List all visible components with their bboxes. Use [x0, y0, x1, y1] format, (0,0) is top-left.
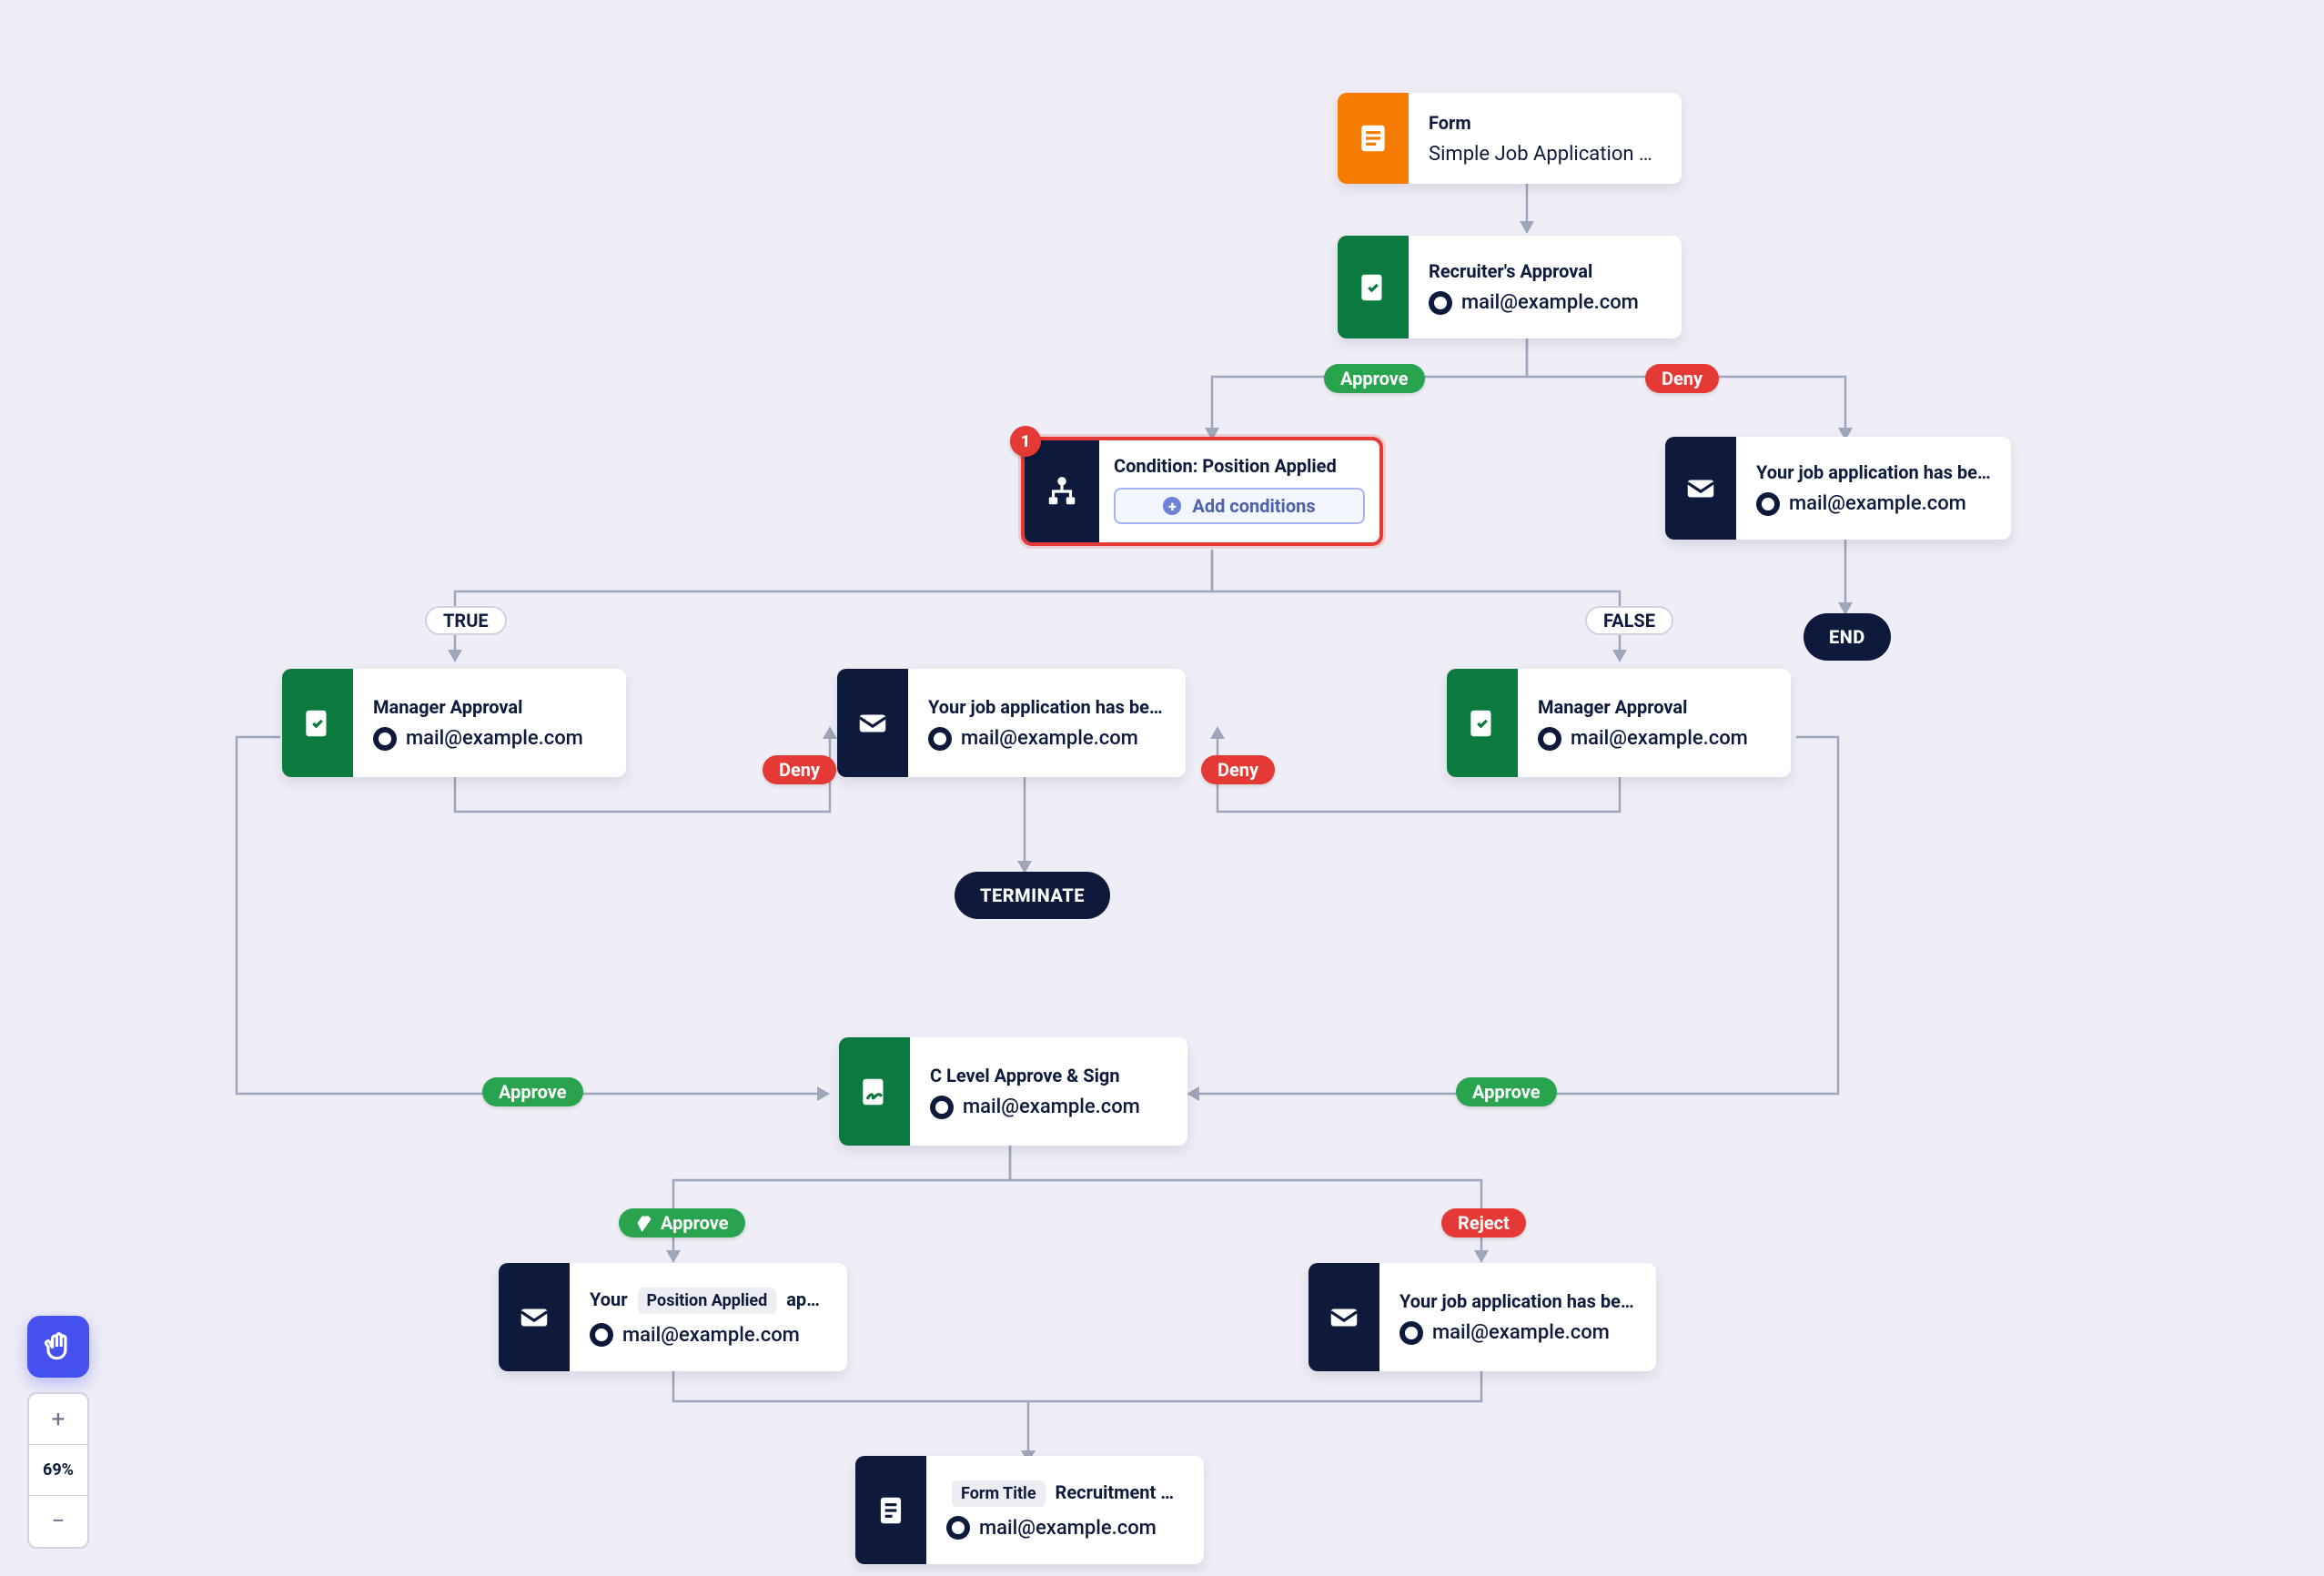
node-clevel-email: mail@example.com	[963, 1096, 1140, 1118]
workflow-canvas[interactable]: Form Simple Job Application Fo… Recruite…	[0, 0, 2324, 1576]
node-recruiter-approval[interactable]: Recruiter's Approval mail@example.com	[1338, 236, 1682, 338]
condition-icon	[1025, 440, 1099, 542]
label-approve-right: Approve	[1456, 1077, 1557, 1106]
node-final-form[interactable]: Form Title Recruitment Re… mail@example.…	[855, 1456, 1204, 1564]
sheet-icon	[855, 1456, 926, 1564]
hand-icon	[41, 1329, 76, 1364]
node-form[interactable]: Form Simple Job Application Fo…	[1338, 93, 1682, 184]
node-approved-email[interactable]: Your Position Applied app… mail@example.…	[499, 1263, 847, 1371]
terminal-end: END	[1804, 613, 1891, 661]
email-icon	[1309, 1263, 1379, 1371]
label-approve-recruiter: Approve	[1324, 364, 1425, 393]
form-icon	[1338, 93, 1409, 184]
node-manager-approval-left[interactable]: Manager Approval mail@example.com	[282, 669, 626, 777]
node-denied-top-email: mail@example.com	[1789, 492, 1966, 515]
node-recruiter-title: Recruiter's Approval	[1429, 260, 1662, 282]
canvas-toolbar: + 69% −	[27, 1316, 89, 1549]
node-condition[interactable]: 1 Condition: Position Applied + Add cond…	[1021, 437, 1383, 546]
zoom-level: 69%	[29, 1445, 87, 1496]
node-condition-title: Condition: Position Applied	[1114, 455, 1365, 477]
node-rejected-email: mail@example.com	[1432, 1321, 1610, 1344]
zoom-in-button[interactable]: +	[29, 1394, 87, 1445]
user-icon	[930, 1096, 954, 1119]
zoom-out-button[interactable]: −	[29, 1496, 87, 1547]
user-icon	[946, 1516, 970, 1540]
node-c-level[interactable]: C Level Approve & Sign mail@example.com	[839, 1037, 1187, 1146]
add-conditions-button[interactable]: + Add conditions	[1114, 488, 1365, 524]
email-icon	[837, 669, 908, 777]
approval-icon	[1447, 669, 1518, 777]
user-icon	[1538, 727, 1561, 751]
node-recruiter-email: mail@example.com	[1461, 291, 1639, 314]
pan-tool-button[interactable]	[27, 1316, 89, 1378]
approval-icon	[282, 669, 353, 777]
node-approved-title: Your Position Applied app…	[590, 1288, 827, 1314]
node-clevel-title: C Level Approve & Sign	[930, 1065, 1167, 1086]
label-deny-left: Deny	[763, 755, 836, 784]
node-final-email: mail@example.com	[979, 1517, 1157, 1540]
tag-icon	[635, 1214, 653, 1232]
error-badge: 1	[1010, 426, 1041, 457]
tag-form-title: Form Title	[952, 1480, 1046, 1507]
label-true: TRUE	[425, 606, 507, 635]
terminal-terminate: TERMINATE	[955, 872, 1110, 919]
approval-icon	[1338, 236, 1409, 338]
email-icon	[499, 1263, 570, 1371]
node-denied-mid-title: Your job application has been…	[928, 696, 1166, 718]
node-rejected-title: Your job application has been…	[1399, 1290, 1636, 1312]
sign-icon	[839, 1037, 910, 1146]
node-manager-approval-right[interactable]: Manager Approval mail@example.com	[1447, 669, 1791, 777]
node-denied-mid-email: mail@example.com	[961, 727, 1138, 750]
label-deny-right: Deny	[1201, 755, 1275, 784]
node-mgr-l-title: Manager Approval	[373, 696, 606, 718]
label-deny-recruiter: Deny	[1645, 364, 1719, 393]
node-mgr-l-email: mail@example.com	[406, 727, 583, 750]
node-approved-email: mail@example.com	[622, 1324, 800, 1347]
label-false: FALSE	[1585, 606, 1673, 635]
node-rejected-email[interactable]: Your job application has been… mail@exam…	[1309, 1263, 1656, 1371]
add-conditions-label: Add conditions	[1192, 495, 1315, 517]
node-denied-top-title: Your job application has been…	[1756, 461, 1991, 483]
user-icon	[1399, 1321, 1423, 1345]
zoom-control: + 69% −	[27, 1392, 89, 1549]
node-mgr-r-title: Manager Approval	[1538, 696, 1771, 718]
user-icon	[373, 727, 397, 751]
node-form-subtitle: Simple Job Application Fo…	[1429, 143, 1662, 166]
label-reject-clevel: Reject	[1441, 1208, 1526, 1238]
node-mgr-r-email: mail@example.com	[1571, 727, 1748, 750]
node-denied-email-top[interactable]: Your job application has been… mail@exam…	[1665, 437, 2011, 540]
plus-icon: +	[1163, 497, 1181, 515]
label-approve-clevel: Approve	[619, 1208, 745, 1238]
user-icon	[928, 727, 952, 751]
edges-layer	[0, 0, 2324, 1576]
email-icon	[1665, 437, 1736, 540]
node-final-title: Form Title Recruitment Re…	[946, 1480, 1184, 1507]
user-icon	[1429, 291, 1452, 315]
tag-position-applied: Position Applied	[638, 1288, 777, 1314]
label-approve-left: Approve	[482, 1077, 583, 1106]
user-icon	[1756, 492, 1780, 516]
node-denied-email-mid[interactable]: Your job application has been… mail@exam…	[837, 669, 1186, 777]
user-icon	[590, 1323, 613, 1347]
node-form-title: Form	[1429, 112, 1662, 134]
